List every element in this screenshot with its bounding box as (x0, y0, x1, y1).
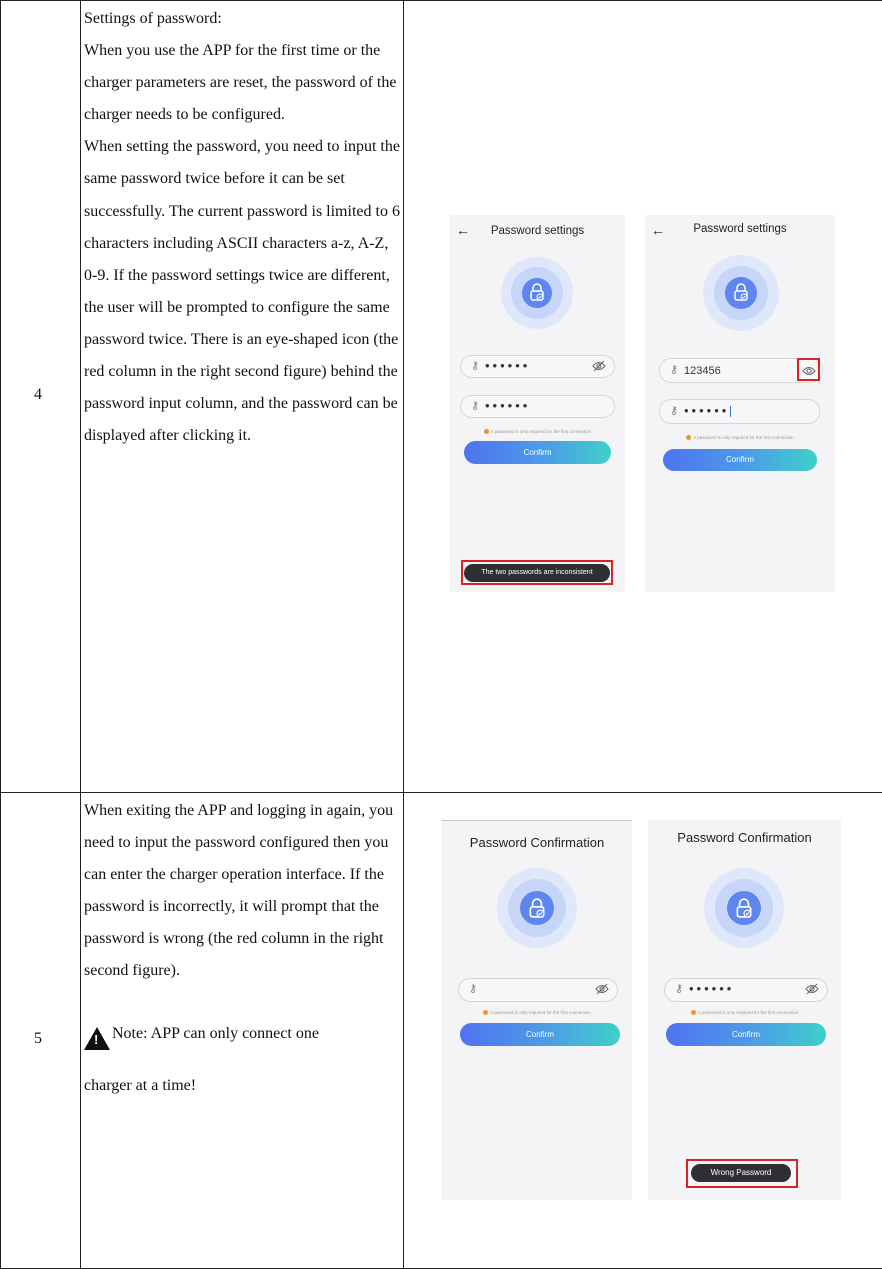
hint-bullet (690, 1010, 696, 1016)
lock-check-icon (529, 898, 545, 918)
warning-note-cont: charger at a time! (84, 1076, 197, 1094)
screenshot-password-settings-2: ← Password settings ⚷ 123456 ⚷ •••••• A … (645, 215, 835, 592)
eye-off-icon[interactable] (595, 983, 609, 995)
hint-bullet (483, 1010, 489, 1016)
password-input[interactable]: ⚷ •••••• (460, 355, 615, 378)
paragraph: Settings of password: (84, 10, 222, 27)
screen-title: Password Confirmation (677, 830, 812, 845)
highlight-box (797, 358, 820, 381)
table-top-border (0, 0, 882, 1)
key-icon: ⚷ (675, 983, 684, 995)
table-col-divider-2 (403, 0, 404, 1269)
lock-check-icon (734, 283, 748, 301)
highlight-box (461, 560, 613, 585)
eye-off-icon[interactable] (592, 360, 606, 372)
row-number: 5 (34, 1030, 42, 1047)
warning-icon (84, 1026, 110, 1050)
confirm-button[interactable]: Confirm (464, 441, 611, 464)
screenshot-password-confirmation-2: Password Confirmation ⚷ •••••• A passwor… (648, 820, 841, 1200)
screenshot-password-confirmation-1: Password Confirmation ⚷ A password is on… (442, 820, 632, 1200)
key-icon: ⚷ (469, 983, 478, 995)
row-description: Settings of password: When you use the A… (84, 3, 402, 452)
table-row-divider (0, 792, 882, 793)
warning-note: Note: APP can only connect one (84, 1018, 402, 1062)
screen-title: Password settings (693, 223, 787, 235)
row-number: 4 (34, 386, 42, 403)
confirm-password-input[interactable]: ⚷ •••••• (659, 399, 820, 424)
password-input[interactable]: ⚷ •••••• (664, 978, 828, 1002)
key-icon: ⚷ (471, 360, 480, 372)
password-value: •••••• (485, 358, 531, 373)
hint-text: A password is only required for the firs… (450, 429, 625, 435)
table-col-divider-1 (80, 0, 81, 1269)
confirm-button[interactable]: Confirm (460, 1023, 620, 1046)
screenshot-password-settings-1: ← Password settings ⚷ •••••• ⚷ •••••• A … (450, 215, 625, 592)
key-icon: ⚷ (670, 364, 679, 376)
password-value: 123456 (684, 365, 721, 377)
eye-off-icon[interactable] (805, 983, 819, 995)
row-description: When exiting the APP and logging in agai… (84, 795, 402, 1102)
screen-title: Password Confirmation (469, 835, 605, 850)
text-caret (730, 406, 732, 418)
screen-title: Password settings (490, 225, 585, 237)
highlight-box (686, 1159, 798, 1188)
password-input[interactable]: ⚷ (458, 978, 618, 1002)
paragraph: When setting the password, you need to i… (84, 138, 400, 445)
password-value: •••••• (684, 403, 732, 418)
hint-bullet (483, 429, 489, 435)
confirm-button[interactable]: Confirm (663, 449, 817, 471)
confirm-password-input[interactable]: ⚷ •••••• (460, 395, 615, 418)
table-left-border (0, 0, 1, 1269)
password-value: •••••• (485, 398, 531, 413)
key-icon: ⚷ (670, 405, 679, 417)
hint-bullet (686, 435, 692, 441)
hint-text: A password is only required for the firs… (648, 1010, 841, 1016)
lock-check-icon (530, 283, 544, 301)
paragraph: When exiting the APP and logging in agai… (84, 802, 394, 980)
confirm-button[interactable]: Confirm (666, 1023, 826, 1046)
hint-text: A password is only required for the firs… (645, 435, 835, 441)
top-rule (442, 820, 632, 821)
paragraph: When you use the APP for the first time … (84, 42, 397, 124)
key-icon: ⚷ (471, 400, 480, 412)
hint-text: A password is only required for the firs… (442, 1010, 632, 1016)
lock-check-icon (736, 898, 752, 918)
password-value: •••••• (689, 981, 735, 996)
